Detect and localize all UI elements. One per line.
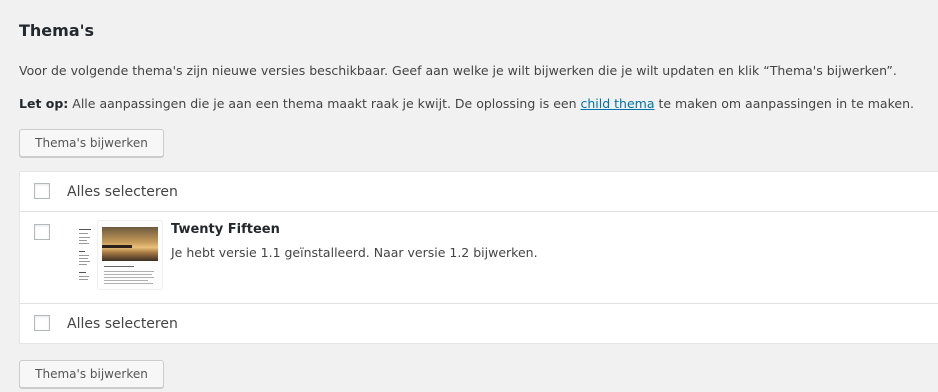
table-row: Twenty Fifteen Je hebt versie 1.1 geïnst… — [20, 212, 938, 304]
screenshot-sidebar — [69, 221, 97, 289]
screenshot-line — [79, 243, 89, 244]
update-intro-text: Voor de volgende thema's zijn nieuwe ver… — [19, 63, 897, 78]
screenshot-line — [79, 233, 88, 234]
screenshot-hero-image — [102, 227, 158, 261]
warning-text-after: te maken om aanpassingen in te maken. — [654, 96, 914, 111]
screenshot-line — [104, 283, 153, 284]
screenshot-line — [79, 229, 91, 230]
screenshot-content — [98, 221, 162, 289]
screenshot-line — [79, 272, 86, 273]
screenshot-line — [79, 264, 87, 265]
select-all-row-bottom: Alles selecteren — [20, 304, 938, 344]
update-themes-button-bottom[interactable]: Thema's bijwerken — [19, 360, 164, 388]
screenshot-line — [104, 277, 154, 278]
screenshot-line — [104, 266, 134, 267]
theme-checkbox[interactable] — [34, 224, 50, 240]
select-all-checkbox-bottom[interactable] — [34, 315, 50, 331]
screenshot-line — [104, 274, 152, 275]
update-warning-text: Let op: Alle aanpassingen die je aan een… — [19, 95, 914, 113]
select-all-label-top[interactable]: Alles selecteren — [67, 182, 178, 202]
warning-label: Let op: — [19, 96, 69, 111]
update-themes-button-top[interactable]: Thema's bijwerken — [19, 129, 164, 157]
screenshot-line — [79, 251, 85, 252]
screenshot-line — [79, 237, 90, 238]
screenshot-line — [104, 271, 154, 272]
screenshot-line — [79, 276, 89, 277]
screenshot-line — [79, 261, 90, 262]
select-all-row-top: Alles selecteren — [20, 172, 938, 212]
theme-version-info: Je hebt versie 1.1 geïnstalleerd. Naar v… — [171, 245, 538, 260]
screenshot-line — [79, 255, 89, 256]
warning-text-before: Alle aanpassingen die je aan een thema m… — [68, 96, 581, 111]
theme-screenshot — [69, 221, 164, 289]
screenshot-line — [79, 240, 87, 241]
screenshot-line — [79, 258, 88, 259]
theme-name: Twenty Fifteen — [171, 222, 280, 237]
select-all-label-bottom[interactable]: Alles selecteren — [67, 314, 178, 334]
page-title: Thema's — [19, 21, 95, 40]
screenshot-line — [79, 279, 88, 280]
screenshot-pier-silhouette — [102, 245, 132, 248]
child-theme-link[interactable]: child thema — [580, 96, 654, 111]
screenshot-line — [104, 280, 148, 281]
select-all-checkbox-top[interactable] — [34, 183, 50, 199]
themes-update-table: Alles selecteren Twenty Fifteen Je hebt … — [19, 171, 938, 344]
